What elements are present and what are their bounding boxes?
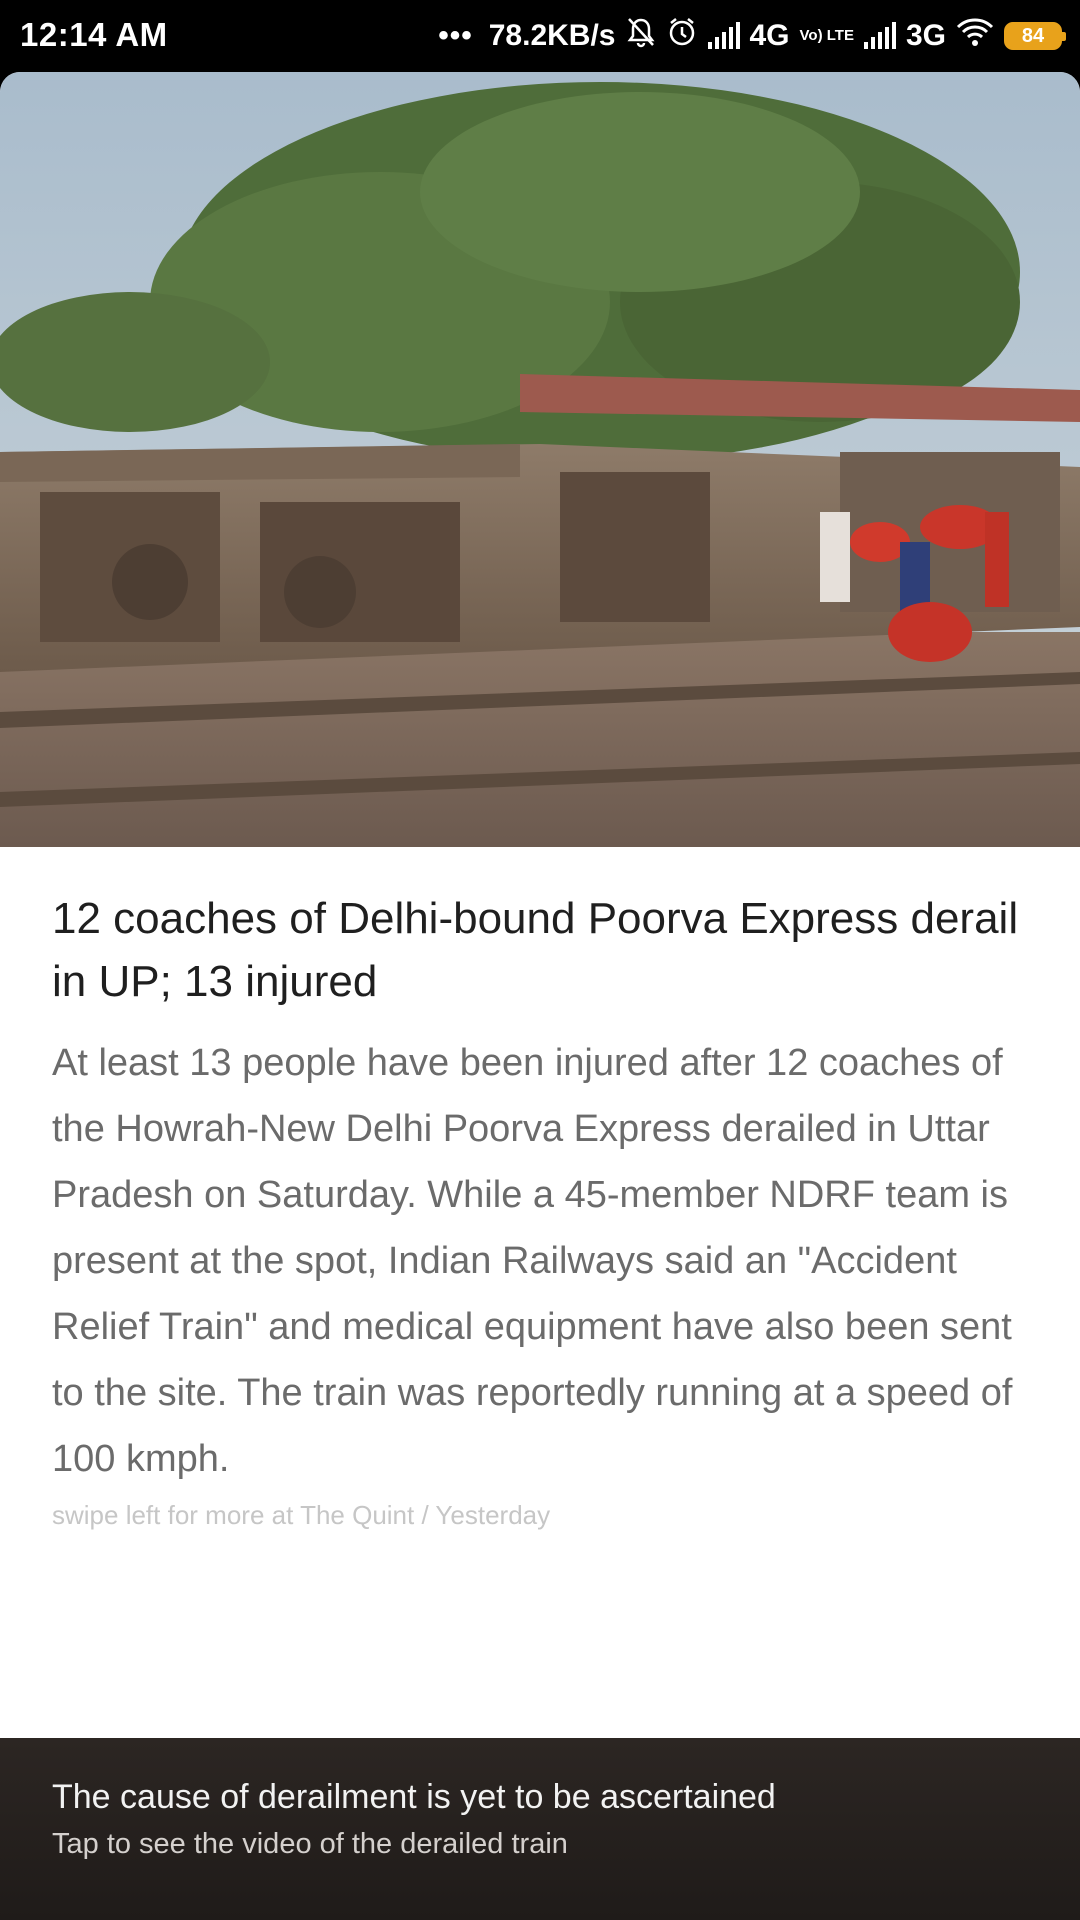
- footer-subtitle: Tap to see the video of the derailed tra…: [52, 1828, 568, 1860]
- video-footer-banner[interactable]: The cause of derailment is yet to be asc…: [0, 1738, 1080, 1920]
- mute-icon: [626, 16, 656, 56]
- derailed-train-photo: [0, 72, 1080, 847]
- signal-icon: [707, 22, 740, 49]
- status-icons: ••• 78.2KB/s 4G Vo) LTE 3G 84: [438, 14, 1066, 58]
- footer-title: The cause of derailment is yet to be asc…: [52, 1778, 776, 1816]
- alarm-icon: [666, 16, 698, 56]
- news-card[interactable]: 12 coaches of Delhi-bound Poorva Express…: [0, 72, 1080, 1920]
- signal-icon: [863, 22, 896, 49]
- article-headline: 12 coaches of Delhi-bound Poorva Express…: [52, 894, 1019, 1006]
- wifi-icon: [956, 16, 994, 56]
- source-link[interactable]: swipe left for more at The Quint / Yeste…: [52, 1500, 550, 1531]
- network-type-1: 4G: [749, 19, 790, 52]
- network-speed: 78.2KB/s: [488, 19, 616, 52]
- more-dots: •••: [438, 19, 473, 52]
- battery-icon: 84: [1004, 22, 1066, 50]
- article-body: At least 13 people have been injured aft…: [52, 1042, 1013, 1480]
- article-image[interactable]: [0, 72, 1080, 847]
- status-bar: 12:14 AM ••• 78.2KB/s 4G Vo) LTE 3G 84: [0, 0, 1080, 72]
- status-time: 12:14 AM: [20, 16, 168, 53]
- volte-badge: Vo) LTE: [799, 27, 854, 44]
- network-type-2: 3G: [905, 19, 946, 52]
